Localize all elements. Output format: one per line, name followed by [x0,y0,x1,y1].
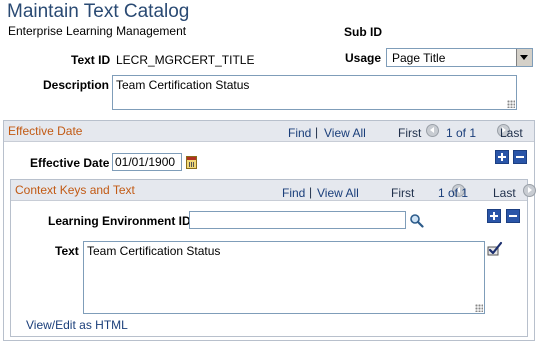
effective-date-value: 01/01/1900 [115,155,176,169]
chevron-down-icon[interactable] [516,49,532,66]
text-id-label: Text ID [71,53,111,67]
context-find-link[interactable]: Find [282,186,305,200]
usage-label: Usage [345,51,382,65]
add-effective-date-button[interactable] [495,150,509,164]
context-view-all-link[interactable]: View All [317,186,359,200]
remove-context-button[interactable] [506,209,520,223]
effective-date-header-title: Effective Date [8,124,83,138]
add-context-button[interactable] [487,209,501,223]
calendar-icon[interactable] [186,156,197,169]
sub-id-label: Sub ID [344,25,382,39]
usage-select[interactable]: Page Title [386,48,533,67]
effective-date-find-link[interactable]: Find [288,126,311,140]
remove-effective-date-button[interactable] [513,150,527,164]
effective-date-view-all-link[interactable]: View All [324,126,366,140]
context-separator: | [309,185,313,199]
view-edit-html-link[interactable]: View/Edit as HTML [26,318,128,332]
effective-date-last: Last [500,126,523,140]
spellcheck-icon[interactable] [487,241,503,257]
text-label: Text [55,244,79,258]
description-field[interactable]: Team Certification Status [112,75,517,110]
context-position: 1 of 1 [438,186,469,200]
effective-date-field[interactable]: 01/01/1900 [112,153,182,171]
context-next-arrow-icon[interactable] [523,184,537,197]
usage-select-value: Page Title [392,51,446,65]
resize-grip-icon[interactable] [507,100,515,108]
page-title: Maintain Text Catalog [7,1,190,22]
page-subtitle: Enterprise Learning Management [8,24,187,38]
magnifier-icon[interactable] [409,213,424,228]
description-label: Description [43,78,110,92]
previous-arrow-icon[interactable] [426,124,439,137]
effective-date-label: Effective Date [30,156,110,170]
description-value: Team Certification Status [116,78,250,92]
effective-date-separator: | [315,125,319,139]
text-resize-grip-icon[interactable] [475,304,483,312]
context-first: First [391,186,415,200]
effective-date-first: First [398,126,422,140]
learning-env-label: Learning Environment ID [48,214,191,228]
text-value: Team Certification Status [87,244,221,258]
context-last: Last [493,186,516,200]
effective-date-position: 1 of 1 [446,126,477,140]
learning-env-input[interactable] [189,211,406,229]
text-id-value: LECR_MGRCERT_TITLE [116,53,255,67]
context-keys-header-title: Context Keys and Text [15,183,135,197]
text-field[interactable]: Team Certification Status [83,241,485,314]
